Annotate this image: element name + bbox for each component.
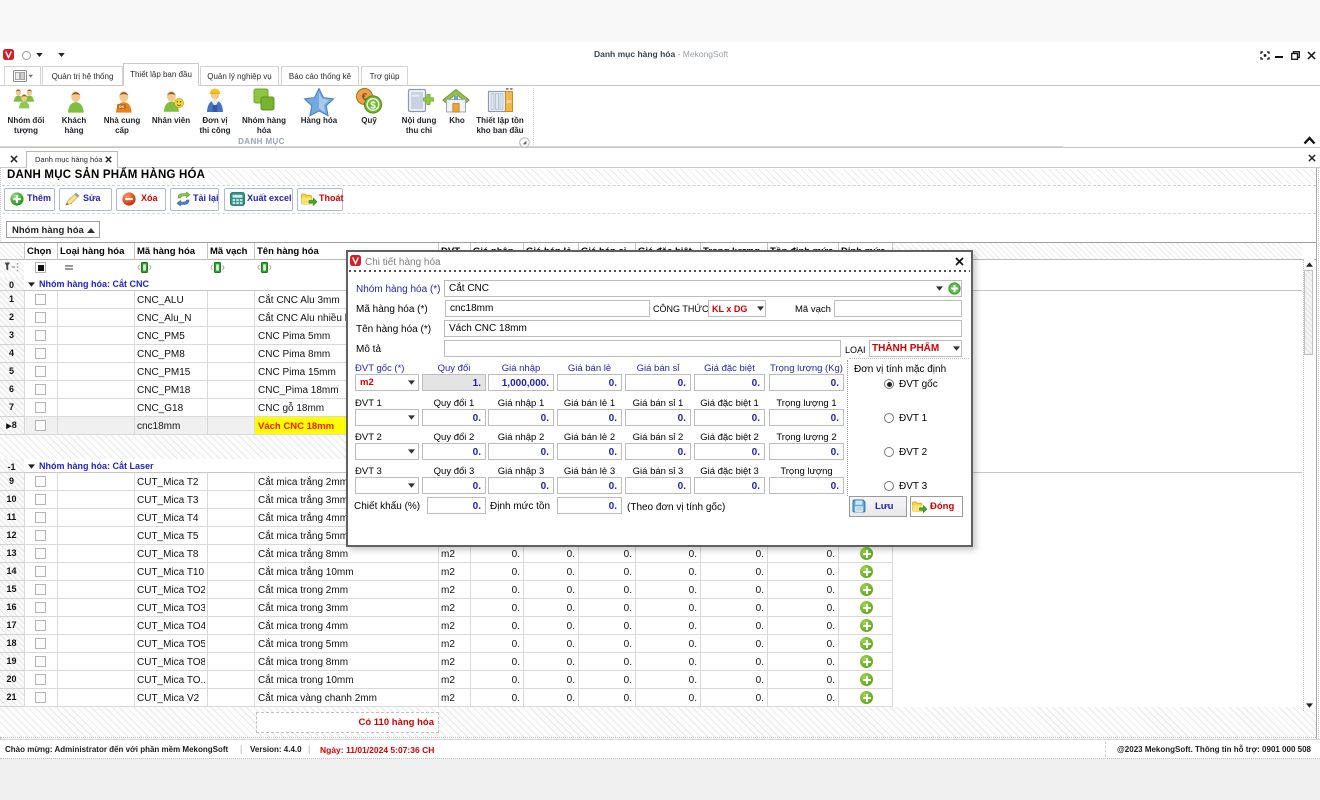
- svg-text:$: $: [370, 100, 376, 111]
- svg-text:OK: OK: [119, 105, 125, 109]
